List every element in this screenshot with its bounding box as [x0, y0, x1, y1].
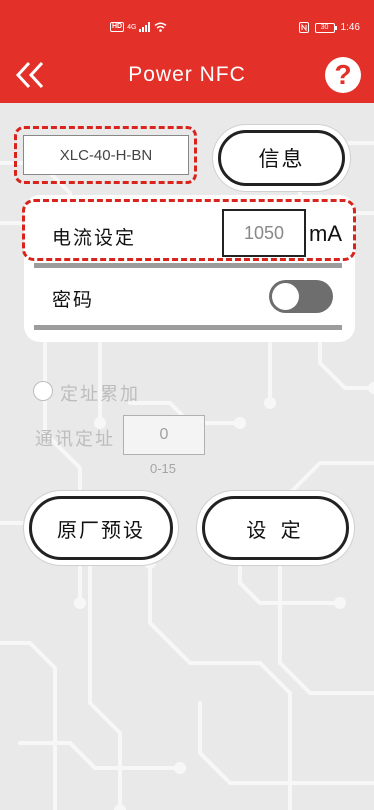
info-button[interactable]: 信息 — [213, 125, 350, 191]
help-icon[interactable]: ? — [325, 57, 361, 93]
toggle-knob — [272, 283, 299, 310]
divider-current — [34, 263, 342, 268]
current-unit: mA — [309, 221, 342, 246]
accumulate-label: 定址累加 — [60, 384, 140, 405]
password-toggle[interactable] — [269, 280, 333, 313]
current-input[interactable]: 1050 — [222, 209, 306, 257]
factory-default-button[interactable]: 原厂预设 — [24, 491, 178, 565]
current-label: 电流设定 — [52, 227, 137, 249]
info-button-label: 信息 — [218, 130, 345, 186]
status-left-group: HD 4G — [110, 22, 167, 32]
address-label: 通讯定址 — [35, 429, 115, 450]
factory-default-label: 原厂预设 — [29, 496, 173, 560]
signal-icon — [139, 22, 151, 32]
set-button[interactable]: 设 定 — [197, 491, 354, 565]
hd-badge: HD — [110, 22, 125, 32]
divider-password — [34, 325, 342, 330]
status-right-group: 30 1:46 — [298, 22, 360, 33]
address-input[interactable]: 0 — [123, 415, 205, 455]
battery-icon: 30 — [314, 22, 337, 33]
app-screen: HD 4G 30 1:46 Power NFC ? XLC-40-H-BN 信息… — [0, 0, 374, 810]
set-button-label: 设 定 — [202, 496, 349, 560]
password-label: 密码 — [52, 289, 95, 311]
page-title: Power NFC — [128, 63, 246, 86]
nfc-icon — [298, 22, 309, 33]
wifi-icon — [154, 22, 167, 32]
app-header: Power NFC ? — [0, 48, 374, 103]
accumulate-radio[interactable] — [33, 381, 53, 401]
status-bar: HD 4G 30 1:46 — [0, 0, 374, 48]
model-field[interactable]: XLC-40-H-BN — [23, 135, 189, 175]
model-highlight: XLC-40-H-BN — [14, 126, 197, 184]
clock: 1:46 — [340, 22, 360, 33]
address-range-hint: 0-15 — [150, 461, 177, 476]
network-type: 4G — [127, 23, 137, 31]
